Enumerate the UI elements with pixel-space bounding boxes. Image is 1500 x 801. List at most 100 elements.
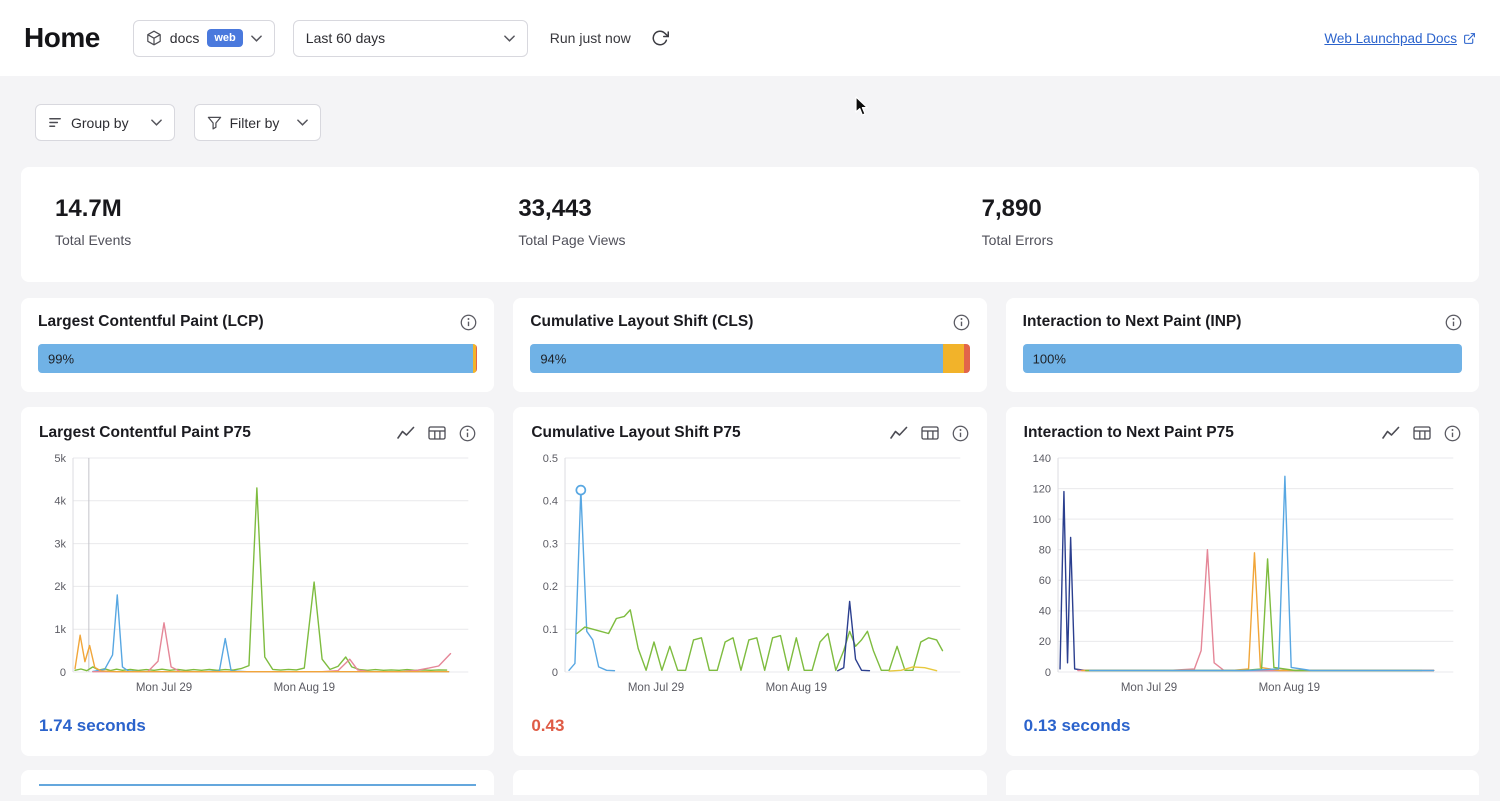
stat-total-page-views: 33,443 Total Page Views bbox=[518, 195, 981, 248]
svg-text:100: 100 bbox=[1032, 514, 1050, 526]
date-range-selector[interactable]: Last 60 days bbox=[293, 20, 528, 57]
stat-value: 14.7M bbox=[55, 195, 518, 223]
svg-text:4k: 4k bbox=[54, 496, 66, 508]
inp-p75-card: Interaction to Next Paint P75 0204060801… bbox=[1006, 407, 1479, 756]
svg-text:140: 140 bbox=[1032, 453, 1050, 465]
svg-text:80: 80 bbox=[1038, 545, 1050, 557]
stat-value: 33,443 bbox=[518, 195, 981, 223]
score-label: 99% bbox=[48, 351, 74, 366]
group-by-label: Group by bbox=[71, 115, 129, 131]
chevron-down-icon bbox=[251, 35, 262, 42]
funnel-icon bbox=[207, 115, 222, 130]
svg-text:Mon Jul 29: Mon Jul 29 bbox=[136, 682, 192, 694]
score-label: 94% bbox=[540, 351, 566, 366]
charts-row: Largest Contentful Paint P75 0 1k 2k 3k 4k 5k… bbox=[21, 407, 1479, 756]
svg-text:0.4: 0.4 bbox=[543, 496, 558, 508]
page-title: Home bbox=[24, 22, 100, 54]
partial-card bbox=[21, 770, 494, 795]
stat-label: Total Errors bbox=[982, 232, 1445, 248]
partial-chart-line bbox=[39, 784, 476, 786]
top-bar: Home docs web Last 60 days Run just now … bbox=[0, 0, 1500, 76]
sort-lines-icon bbox=[48, 115, 63, 130]
score-label: 100% bbox=[1033, 351, 1066, 366]
chevron-down-icon bbox=[297, 119, 308, 126]
cls-score-card: Cumulative Layout Shift (CLS) 94% bbox=[513, 298, 986, 392]
score-segment bbox=[943, 344, 964, 373]
svg-text:60: 60 bbox=[1038, 575, 1050, 587]
lcp-p75-value: 1.74 seconds bbox=[39, 716, 476, 736]
svg-text:Mon Aug 19: Mon Aug 19 bbox=[274, 682, 335, 694]
svg-text:Mon Jul 29: Mon Jul 29 bbox=[1121, 682, 1177, 694]
svg-text:40: 40 bbox=[1038, 606, 1050, 618]
card-title: Cumulative Layout Shift (CLS) bbox=[530, 313, 753, 331]
table-icon[interactable] bbox=[1413, 426, 1431, 440]
docs-link-label: Web Launchpad Docs bbox=[1324, 31, 1457, 46]
info-icon[interactable] bbox=[952, 425, 969, 442]
stat-label: Total Events bbox=[55, 232, 518, 248]
stat-label: Total Page Views bbox=[518, 232, 981, 248]
inp-p75-value: 0.13 seconds bbox=[1024, 716, 1461, 736]
filter-by-button[interactable]: Filter by bbox=[194, 104, 322, 141]
table-icon[interactable] bbox=[921, 426, 939, 440]
svg-text:5k: 5k bbox=[54, 453, 66, 465]
inp-p75-chart[interactable]: 020406080100120140Mon Jul 29Mon Aug 19 bbox=[1024, 450, 1461, 698]
svg-text:0.1: 0.1 bbox=[543, 624, 558, 636]
lcp-p75-card: Largest Contentful Paint P75 0 1k 2k 3k 4k 5k… bbox=[21, 407, 494, 756]
table-icon[interactable] bbox=[428, 426, 446, 440]
partial-card bbox=[513, 770, 986, 795]
line-chart-icon[interactable] bbox=[890, 426, 908, 440]
cls-p75-chart[interactable]: 00.10.20.30.40.5Mon Jul 29Mon Aug 19 bbox=[531, 450, 968, 698]
score-segment bbox=[964, 344, 969, 373]
score-segment bbox=[1023, 344, 1462, 373]
svg-text:0: 0 bbox=[60, 667, 66, 679]
inp-score-card: Interaction to Next Paint (INP) 100% bbox=[1006, 298, 1479, 392]
score-segment bbox=[530, 344, 943, 373]
info-icon[interactable] bbox=[460, 314, 477, 331]
project-selector[interactable]: docs web bbox=[133, 20, 275, 57]
cls-score-bar[interactable]: 94% bbox=[530, 344, 969, 373]
card-title: Largest Contentful Paint P75 bbox=[39, 424, 251, 442]
stat-total-events: 14.7M Total Events bbox=[55, 195, 518, 248]
docs-link[interactable]: Web Launchpad Docs bbox=[1324, 31, 1476, 46]
svg-text:0: 0 bbox=[552, 667, 558, 679]
card-title: Cumulative Layout Shift P75 bbox=[531, 424, 740, 442]
run-status: Run just now bbox=[550, 30, 631, 46]
external-link-icon bbox=[1463, 32, 1476, 45]
partial-card bbox=[1006, 770, 1479, 795]
score-segment bbox=[476, 344, 478, 373]
lcp-score-bar[interactable]: 99% bbox=[38, 344, 477, 373]
refresh-button[interactable] bbox=[651, 29, 669, 47]
filter-bar: Group by Filter by bbox=[0, 76, 1500, 141]
group-by-button[interactable]: Group by bbox=[35, 104, 175, 141]
card-title: Interaction to Next Paint P75 bbox=[1024, 424, 1234, 442]
stat-total-errors: 7,890 Total Errors bbox=[982, 195, 1445, 248]
svg-text:3k: 3k bbox=[54, 538, 66, 550]
project-name: docs bbox=[170, 30, 200, 46]
filter-by-label: Filter by bbox=[230, 115, 280, 131]
svg-text:Mon Aug 19: Mon Aug 19 bbox=[1258, 682, 1319, 694]
info-icon[interactable] bbox=[1445, 314, 1462, 331]
svg-text:1k: 1k bbox=[54, 624, 66, 636]
svg-text:2k: 2k bbox=[54, 581, 66, 593]
summary-stats-card: 14.7M Total Events 33,443 Total Page Vie… bbox=[21, 167, 1479, 282]
info-icon[interactable] bbox=[953, 314, 970, 331]
info-icon[interactable] bbox=[459, 425, 476, 442]
line-chart-icon[interactable] bbox=[397, 426, 415, 440]
vitals-row: Largest Contentful Paint (LCP) 99% Cumul… bbox=[21, 298, 1479, 392]
svg-text:0.2: 0.2 bbox=[543, 581, 558, 593]
cls-p75-card: Cumulative Layout Shift P75 00.10.20.30.… bbox=[513, 407, 986, 756]
score-segment bbox=[38, 344, 473, 373]
inp-score-bar[interactable]: 100% bbox=[1023, 344, 1462, 373]
card-title: Largest Contentful Paint (LCP) bbox=[38, 313, 264, 331]
stat-value: 7,890 bbox=[982, 195, 1445, 223]
project-icon bbox=[146, 30, 162, 46]
line-chart-icon[interactable] bbox=[1382, 426, 1400, 440]
info-icon[interactable] bbox=[1444, 425, 1461, 442]
svg-text:0: 0 bbox=[1045, 667, 1051, 679]
lcp-p75-chart[interactable]: 0 1k 2k 3k 4k 5k Mon Jul 29 Mon Aug 19 bbox=[39, 450, 476, 698]
date-range-value: Last 60 days bbox=[306, 30, 385, 46]
cls-p75-value: 0.43 bbox=[531, 716, 968, 736]
svg-text:Mon Jul 29: Mon Jul 29 bbox=[628, 682, 684, 694]
chevron-down-icon bbox=[151, 119, 162, 126]
lcp-score-card: Largest Contentful Paint (LCP) 99% bbox=[21, 298, 494, 392]
